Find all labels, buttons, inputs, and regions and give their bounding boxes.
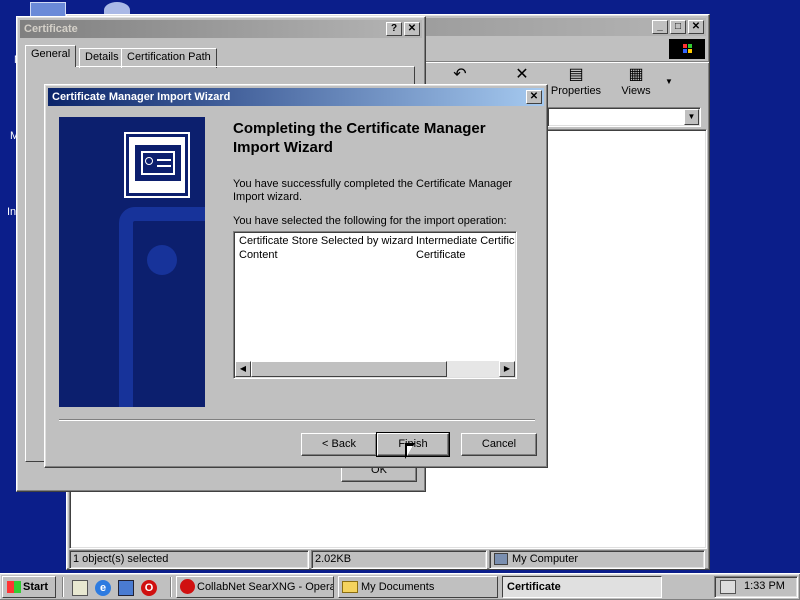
- certificate-titlebar[interactable]: Certificate ? ✕: [20, 20, 422, 38]
- address-bar[interactable]: ▼: [547, 107, 701, 127]
- folder-icon: [342, 581, 358, 593]
- import-summary-list[interactable]: Certificate Store Selected by wizard Int…: [233, 231, 517, 379]
- task-certificate[interactable]: Certificate: [502, 576, 662, 598]
- scroll-right-button[interactable]: ▶: [499, 361, 515, 377]
- delete-icon: ✕: [515, 66, 529, 83]
- my-computer-icon: [494, 553, 508, 565]
- horizontal-scrollbar[interactable]: ◀ ▶: [235, 361, 515, 377]
- list-item: Certificate Store Selected by wizard Int…: [239, 235, 515, 249]
- maximize-button[interactable]: □: [670, 20, 686, 34]
- task-documents-label: My Documents: [361, 581, 435, 593]
- windows-logo-icon: [669, 39, 705, 59]
- scroll-left-button[interactable]: ◀: [235, 361, 251, 377]
- properties-icon: ▤: [568, 66, 584, 83]
- tray-network-icon[interactable]: [720, 580, 736, 594]
- taskbar-separator: [170, 577, 172, 597]
- views-button[interactable]: ▦ Views: [607, 65, 665, 101]
- views-label: Views: [621, 85, 651, 97]
- certificate-icon: [124, 132, 190, 198]
- wizard-side-banner: [59, 117, 205, 407]
- import-wizard-dialog: Certificate Manager Import Wizard ✕ Comp…: [44, 84, 548, 468]
- tab-details[interactable]: Details: [79, 48, 125, 68]
- certificate-title: Certificate: [24, 23, 78, 35]
- help-button[interactable]: ?: [386, 22, 402, 36]
- properties-button[interactable]: ▤ Properties: [547, 65, 605, 101]
- task-opera-label: CollabNet SearXNG - Opera: [197, 581, 334, 593]
- summary-row-name: Content: [239, 249, 278, 261]
- status-selected: 1 object(s) selected: [69, 550, 309, 569]
- start-label: Start: [23, 581, 49, 593]
- outlook-express-icon[interactable]: [118, 580, 134, 596]
- close-button[interactable]: ✕: [688, 20, 704, 34]
- windows-flag-icon: [7, 581, 21, 593]
- quicklaunch-separator: [62, 577, 64, 597]
- summary-row-value: Certificate: [416, 249, 466, 261]
- wizard-title: Certificate Manager Import Wizard: [52, 91, 231, 103]
- wizard-separator: [59, 419, 535, 421]
- status-size: 2.02KB: [311, 550, 487, 569]
- minimize-button[interactable]: _: [652, 20, 668, 34]
- views-icon: ▦: [628, 66, 644, 83]
- views-dropdown-arrow-icon[interactable]: ▼: [665, 77, 673, 86]
- opera-task-icon: [180, 579, 195, 594]
- tab-certification-path[interactable]: Certification Path: [121, 48, 217, 68]
- address-dropdown-button[interactable]: ▼: [684, 109, 699, 125]
- list-item: Content Certificate: [239, 249, 515, 263]
- opera-icon[interactable]: O: [141, 580, 157, 596]
- scroll-thumb[interactable]: [251, 361, 447, 377]
- task-opera[interactable]: CollabNet SearXNG - Opera: [176, 576, 334, 598]
- cancel-button[interactable]: Cancel: [461, 433, 537, 456]
- wizard-success-text: You have successfully completed the Cert…: [233, 178, 513, 203]
- wizard-selection-text: You have selected the following for the …: [233, 215, 507, 227]
- summary-row-name: Certificate Store Selected by wizard: [239, 235, 414, 247]
- show-desktop-icon[interactable]: [72, 580, 88, 596]
- internet-explorer-icon[interactable]: e: [95, 580, 111, 596]
- desktop-icon-label-3[interactable]: In: [7, 206, 16, 218]
- summary-row-value: Intermediate Certifica: [416, 235, 515, 247]
- wizard-heading: Completing the Certificate Manager Impor…: [233, 120, 486, 156]
- status-location: My Computer: [489, 550, 705, 569]
- certificate-close-button[interactable]: ✕: [404, 22, 420, 36]
- back-button[interactable]: < Back: [301, 433, 377, 456]
- properties-label: Properties: [550, 85, 602, 97]
- task-my-documents[interactable]: My Documents: [338, 576, 498, 598]
- clock[interactable]: 1:33 PM: [744, 580, 785, 592]
- status-location-label: My Computer: [512, 553, 579, 565]
- start-button[interactable]: Start: [2, 576, 56, 598]
- wizard-close-button[interactable]: ✕: [526, 90, 542, 104]
- tab-general[interactable]: General: [25, 45, 77, 67]
- undo-icon: ↶: [453, 66, 467, 83]
- task-certificate-label: Certificate: [507, 581, 561, 593]
- wizard-titlebar[interactable]: Certificate Manager Import Wizard ✕: [48, 88, 544, 106]
